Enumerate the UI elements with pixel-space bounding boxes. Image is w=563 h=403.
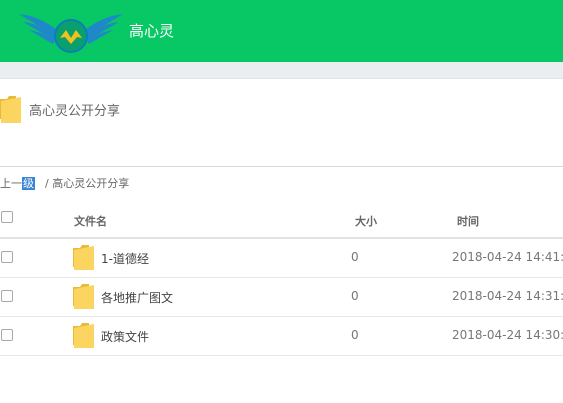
file-size: 0 xyxy=(351,250,359,264)
row-checkbox[interactable] xyxy=(1,290,13,302)
breadcrumb: 上一级 / 高心灵公开分享 xyxy=(0,175,129,191)
folder-icon xyxy=(73,245,94,270)
table-row[interactable]: 政策文件 0 2018-04-24 14:30:20 xyxy=(0,316,563,356)
select-all-checkbox[interactable] xyxy=(1,211,13,223)
breadcrumb-current: / 高心灵公开分享 xyxy=(45,177,130,190)
selected-text: 级 xyxy=(22,177,35,190)
file-name-link[interactable]: 1-道德经 xyxy=(101,250,149,267)
divider xyxy=(0,166,563,167)
folder-icon xyxy=(73,284,94,309)
folder-icon xyxy=(0,96,21,123)
folder-icon xyxy=(73,323,94,348)
winged-logo-icon[interactable] xyxy=(17,8,125,54)
table-row[interactable]: 各地推广图文 0 2018-04-24 14:31:06 xyxy=(0,277,563,317)
file-size: 0 xyxy=(351,328,359,342)
share-title: 高心灵公开分享 xyxy=(29,104,121,119)
parent-folder-link[interactable]: 上一级 xyxy=(0,177,35,190)
file-time: 2018-04-24 14:30:20 xyxy=(452,328,563,342)
file-name-link[interactable]: 各地推广图文 xyxy=(101,289,173,306)
top-bar: 高心灵 xyxy=(0,0,563,62)
column-size[interactable]: 大小 xyxy=(355,213,377,229)
row-checkbox[interactable] xyxy=(1,251,13,263)
row-checkbox[interactable] xyxy=(1,329,13,341)
table-header: 文件名 大小 时间 xyxy=(0,200,563,239)
column-time[interactable]: 时间 xyxy=(457,213,479,229)
table-row[interactable]: 1-道德经 0 2018-04-24 14:41:58 xyxy=(0,238,563,278)
share-header: 高心灵公开分享 xyxy=(0,96,400,124)
file-time: 2018-04-24 14:41:58 xyxy=(452,250,563,264)
file-name-link[interactable]: 政策文件 xyxy=(101,328,149,345)
file-time: 2018-04-24 14:31:06 xyxy=(452,289,563,303)
brand-name: 高心灵 xyxy=(129,22,175,40)
header-strip xyxy=(0,62,563,79)
file-size: 0 xyxy=(351,289,359,303)
column-name[interactable]: 文件名 xyxy=(74,213,107,229)
